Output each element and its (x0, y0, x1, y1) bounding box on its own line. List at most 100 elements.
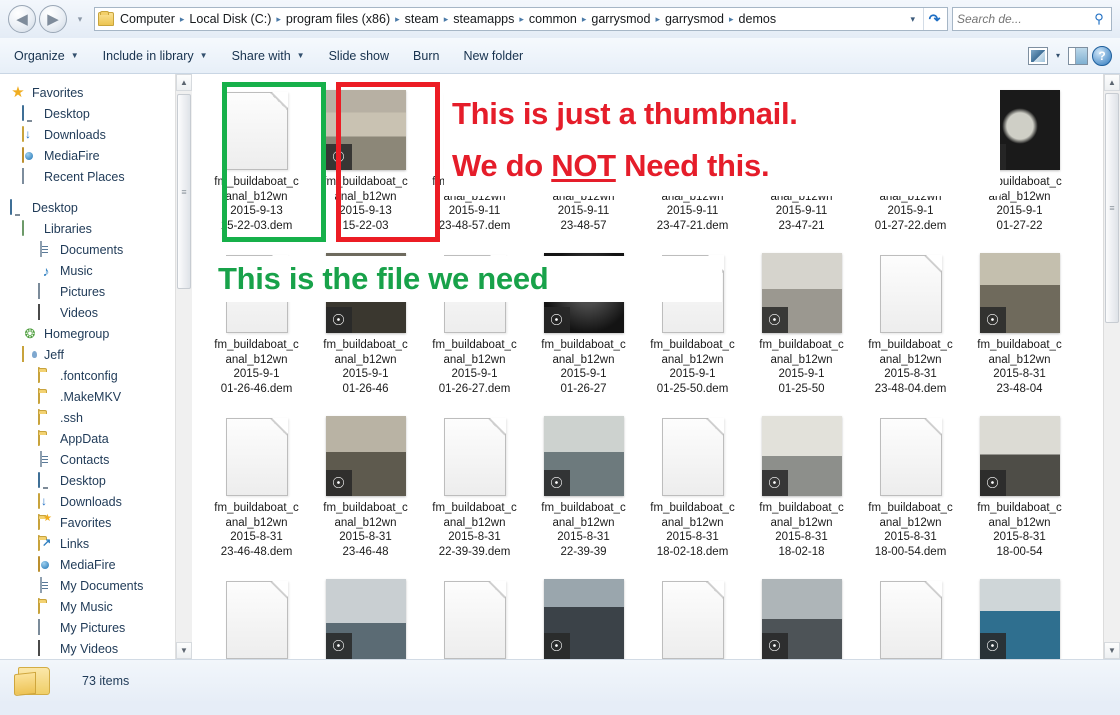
breadcrumb-item-local-disk-c[interactable]: Local Disk (C:) (185, 10, 275, 28)
toolbar-button-organize[interactable]: Organize ▼ (4, 45, 89, 67)
file-name-line: 01-25-50 (778, 382, 825, 395)
status-bar: 73 items (0, 659, 1120, 701)
file-item[interactable]: fm_buildaboat_c anal_b12wn 2015-8-31 23-46-… (202, 406, 311, 569)
file-thumbnail: ☉ (543, 414, 625, 496)
sidebar-item-fontconfig[interactable]: .fontconfig (0, 365, 192, 386)
breadcrumb-item-garrysmod[interactable]: garrysmod (587, 10, 654, 28)
search-input[interactable] (957, 12, 1091, 26)
back-button[interactable]: ◀ (8, 5, 36, 33)
breadcrumb-item-steam[interactable]: steam (401, 10, 443, 28)
file-name-line: fm_buildaboat_c (214, 502, 299, 514)
sidebar-item-mediafire[interactable]: MediaFire (0, 554, 192, 575)
sidebar-item-links[interactable]: Links (0, 533, 192, 554)
sidebar-item-appdata[interactable]: AppData (0, 428, 192, 449)
sidebar-item-homegroup[interactable]: ❂ Homegroup (0, 323, 192, 344)
file-item[interactable]: ☉ fm_buildaboat_c anal_b12wn 2015-9-13 15-22… (311, 80, 420, 243)
file-name-label: fm_buildaboat_c anal_b12wn 2015-8-31 18-02-… (641, 501, 745, 559)
file-item[interactable]: ☉ (747, 569, 856, 659)
file-item[interactable]: fm_buildaboat_c anal_b12wn 2015-8-31 18-02-… (638, 406, 747, 569)
sidebar-item-mediafire[interactable]: MediaFire (0, 145, 192, 166)
sidebar-item-favorites[interactable]: Favorites (0, 512, 192, 533)
annotation-red-line2-pre: We do (452, 148, 552, 183)
toolbar-button-new-folder[interactable]: New folder (453, 45, 533, 67)
sidebar-item-videos[interactable]: Videos (0, 302, 192, 323)
downloads-icon (22, 125, 38, 143)
sidebar-item-desktop[interactable]: Desktop (0, 103, 192, 124)
file-item[interactable] (856, 569, 965, 659)
file-item[interactable]: fm_buildaboat_c anal_b12wn 2015-8-31 22-39-… (420, 406, 529, 569)
file-item[interactable]: ☉ (311, 569, 420, 659)
sidebar-item-label: Pictures (60, 284, 106, 299)
search-box[interactable]: ⚲ (952, 7, 1112, 31)
breadcrumb-bar[interactable]: Computer ▸ Local Disk (C:) ▸ program files (… (94, 7, 948, 31)
chevron-down-icon[interactable]: ▼ (1104, 642, 1120, 659)
sidebar-item-jeff[interactable]: Jeff (0, 344, 192, 365)
content-scrollbar[interactable]: ▲ ≡ ▼ (1103, 74, 1120, 659)
toolbar-button-include-in-library[interactable]: Include in library ▼ (93, 45, 218, 67)
file-item[interactable]: fm_buildaboat_c anal_b12wn 2015-9-13 15-22-… (202, 80, 311, 243)
sidebar-item-favorites[interactable]: ★ Favorites (0, 82, 192, 103)
file-item[interactable] (202, 569, 311, 659)
scrollbar-thumb[interactable]: ≡ (1105, 93, 1119, 323)
sidebar-item-music[interactable]: ♪ Music (0, 260, 192, 281)
file-name-line: 2015-9-11 (448, 205, 501, 217)
file-name-label: fm_buildaboat_c anal_b12wn 2015-9-1 01-26-4… (314, 338, 418, 396)
film-reel-icon: ☉ (543, 633, 570, 659)
scrollbar-thumb[interactable]: ≡ (177, 94, 191, 289)
sidebar-item-documents[interactable]: Documents (0, 239, 192, 260)
breadcrumb-item-program-files-x86[interactable]: program files (x86) (282, 10, 394, 28)
file-name-line: fm_buildaboat_c (977, 502, 1062, 514)
sidebar-item-downloads[interactable]: Downloads (0, 491, 192, 512)
recent-pages-dropdown[interactable]: ▾ (72, 14, 88, 25)
file-item[interactable] (420, 569, 529, 659)
sidebar-item-desktop[interactable]: Desktop (0, 197, 192, 218)
file-item[interactable]: fm_buildaboat_c anal_b12wn 2015-8-31 18-00-… (856, 406, 965, 569)
sidebar-item-my-music[interactable]: My Music (0, 596, 192, 617)
file-item[interactable]: fm_buildaboat_c anal_b12wn 2015-8-31 23-48-… (856, 243, 965, 406)
file-item[interactable]: ☉ fm_buildaboat_c anal_b12wn 2015-8-31 23-46… (311, 406, 420, 569)
file-item[interactable]: ☉ fm_buildaboat_c anal_b12wn 2015-8-31 23-48… (965, 243, 1074, 406)
help-icon[interactable]: ? (1092, 45, 1112, 66)
picture-icon (38, 282, 54, 300)
navigation-scrollbar[interactable]: ▲ ≡ ▼ (175, 74, 192, 659)
search-icon[interactable]: ⚲ (1091, 11, 1107, 27)
sidebar-item-my-documents[interactable]: My Documents (0, 575, 192, 596)
sidebar-item-libraries[interactable]: Libraries (0, 218, 192, 239)
chevron-down-icon[interactable]: ▾ (1052, 51, 1064, 60)
file-item[interactable] (638, 569, 747, 659)
toolbar-button-burn[interactable]: Burn (403, 45, 449, 67)
chevron-up-icon[interactable]: ▲ (176, 74, 192, 91)
breadcrumb-item-computer[interactable]: Computer (116, 10, 179, 28)
breadcrumb-item-demos[interactable]: demos (735, 10, 781, 28)
view-layout-icon[interactable] (1027, 46, 1048, 65)
toolbar-button-slide-show[interactable]: Slide show (319, 45, 399, 67)
sidebar-item-contacts[interactable]: Contacts (0, 449, 192, 470)
file-item[interactable]: ☉ fm_buildaboat_c anal_b12wn 2015-8-31 18-00… (965, 406, 1074, 569)
file-item[interactable]: ☉ fm_buildaboat_c anal_b12wn 2015-8-31 22-39… (529, 406, 638, 569)
breadcrumb-item-garrysmod[interactable]: garrysmod (661, 10, 728, 28)
chevron-down-icon[interactable]: ▼ (176, 642, 192, 659)
breadcrumb-item-steamapps[interactable]: steamapps (449, 10, 518, 28)
sidebar-item-my-videos[interactable]: My Videos (0, 638, 192, 659)
file-name-line: 2015-8-31 (993, 368, 1046, 380)
preview-pane-icon[interactable] (1068, 46, 1088, 65)
chevron-down-icon[interactable]: ▾ (904, 14, 923, 25)
file-name-label: fm_buildaboat_c anal_b12wn 2015-8-31 23-48-… (968, 338, 1072, 396)
toolbar-button-share-with[interactable]: Share with ▼ (222, 45, 315, 67)
sidebar-item-downloads[interactable]: Downloads (0, 124, 192, 145)
sidebar-item-desktop[interactable]: Desktop (0, 470, 192, 491)
file-name-line: fm_buildaboat_c (214, 176, 299, 188)
breadcrumb-item-common[interactable]: common (525, 10, 581, 28)
refresh-icon[interactable]: ↷ (923, 8, 945, 30)
sidebar-item-ssh[interactable]: .ssh (0, 407, 192, 428)
sidebar-item-makemkv[interactable]: .MakeMKV (0, 386, 192, 407)
sidebar-item-pictures[interactable]: Pictures (0, 281, 192, 302)
file-item[interactable]: ☉ (965, 569, 1074, 659)
chevron-up-icon[interactable]: ▲ (1104, 74, 1120, 91)
forward-button[interactable]: ▶ (39, 5, 67, 33)
file-item[interactable]: ☉ fm_buildaboat_c anal_b12wn 2015-9-1 01-25-… (747, 243, 856, 406)
sidebar-item-my-pictures[interactable]: My Pictures (0, 617, 192, 638)
file-item[interactable]: ☉ fm_buildaboat_c anal_b12wn 2015-8-31 18-02… (747, 406, 856, 569)
file-item[interactable]: ☉ (529, 569, 638, 659)
sidebar-item-recent-places[interactable]: Recent Places (0, 166, 192, 187)
